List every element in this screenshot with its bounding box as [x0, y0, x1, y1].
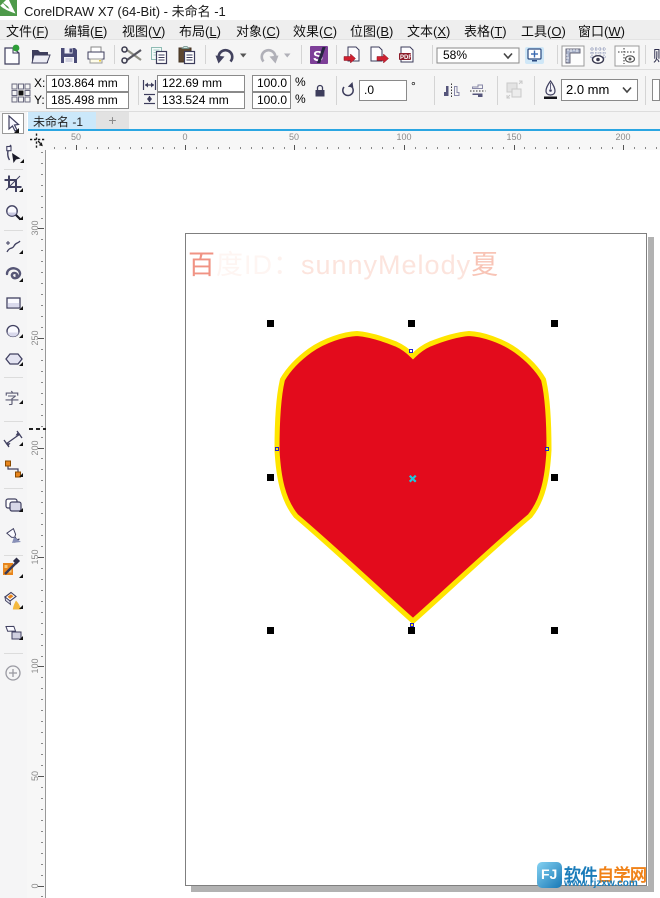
svg-text:字: 字	[5, 391, 20, 408]
svg-text:58%: 58%	[443, 48, 467, 62]
svg-text:PDF: PDF	[400, 55, 412, 61]
svg-text:贴: 贴	[653, 48, 660, 65]
